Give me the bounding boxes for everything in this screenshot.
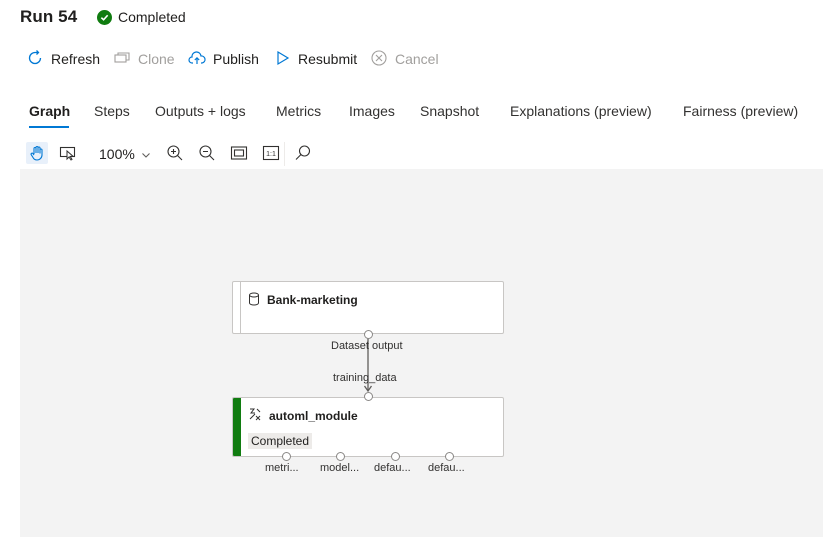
search-icon[interactable]: [292, 142, 314, 164]
node-status-bar: [233, 398, 241, 456]
tab-steps[interactable]: Steps: [94, 103, 130, 119]
active-tab-indicator: [29, 126, 69, 128]
check-circle-icon: [97, 9, 112, 25]
module-node-title: automl_module: [269, 409, 358, 423]
zoom-value: 100%: [99, 146, 135, 162]
resubmit-label: Resubmit: [298, 51, 358, 67]
resubmit-button[interactable]: Resubmit: [275, 48, 357, 70]
zoom-in-icon[interactable]: [164, 142, 186, 164]
fit-screen-icon[interactable]: [228, 142, 250, 164]
publish-button[interactable]: Publish: [188, 48, 259, 70]
tab-metrics[interactable]: Metrics: [276, 103, 321, 119]
module-status-badge: Completed: [248, 433, 313, 449]
tab-explanations[interactable]: Explanations (preview): [510, 103, 652, 119]
cancel-button[interactable]: Cancel: [370, 48, 439, 70]
toolbar-divider: [284, 142, 285, 166]
automl-icon: [248, 407, 262, 426]
dataset-node[interactable]: Bank-marketing: [232, 281, 504, 334]
tab-images[interactable]: Images: [349, 103, 395, 119]
output-port-label: defau...: [428, 462, 465, 474]
tab-graph[interactable]: Graph: [29, 103, 70, 119]
actual-size-icon[interactable]: 1:1: [260, 142, 282, 164]
run-status: Completed: [97, 9, 186, 25]
tab-outputs-logs[interactable]: Outputs + logs: [155, 103, 246, 119]
output-port[interactable]: [445, 452, 454, 461]
training-data-label: training_data: [333, 372, 397, 384]
select-icon[interactable]: [57, 142, 79, 164]
output-port-label: defau...: [374, 462, 411, 474]
output-port[interactable]: [282, 452, 291, 461]
cancel-label: Cancel: [395, 51, 439, 67]
cloud-upload-icon: [188, 49, 206, 70]
training-data-port[interactable]: [364, 392, 373, 401]
svg-text:1:1: 1:1: [266, 151, 276, 158]
clone-icon: [113, 49, 131, 70]
dataset-output-label: Dataset output: [331, 340, 403, 352]
output-port[interactable]: [336, 452, 345, 461]
dataset-output-port[interactable]: [364, 330, 373, 339]
zoom-out-icon[interactable]: [196, 142, 218, 164]
refresh-icon: [26, 49, 44, 70]
run-status-label: Completed: [118, 9, 186, 25]
output-port-label: model...: [320, 462, 360, 474]
output-port[interactable]: [391, 452, 400, 461]
refresh-button[interactable]: Refresh: [26, 48, 100, 70]
node-divider: [240, 282, 241, 333]
clone-label: Clone: [138, 51, 175, 67]
database-icon: [248, 292, 260, 311]
chevron-down-icon: [141, 146, 151, 162]
automl-module-node[interactable]: automl_module Completed: [232, 397, 504, 457]
tab-snapshot[interactable]: Snapshot: [420, 103, 479, 119]
output-port-label: metri...: [265, 462, 299, 474]
refresh-label: Refresh: [51, 51, 101, 67]
dataset-node-title: Bank-marketing: [267, 293, 358, 307]
play-icon: [275, 49, 291, 70]
graph-canvas[interactable]: [20, 169, 823, 537]
tab-fairness[interactable]: Fairness (preview): [683, 103, 798, 119]
cancel-icon: [370, 49, 388, 70]
clone-button[interactable]: Clone: [113, 48, 175, 70]
run-title: Run 54: [20, 7, 78, 26]
publish-label: Publish: [213, 51, 259, 67]
zoom-select[interactable]: 100%: [95, 142, 159, 166]
pan-hand-icon[interactable]: [26, 142, 48, 164]
